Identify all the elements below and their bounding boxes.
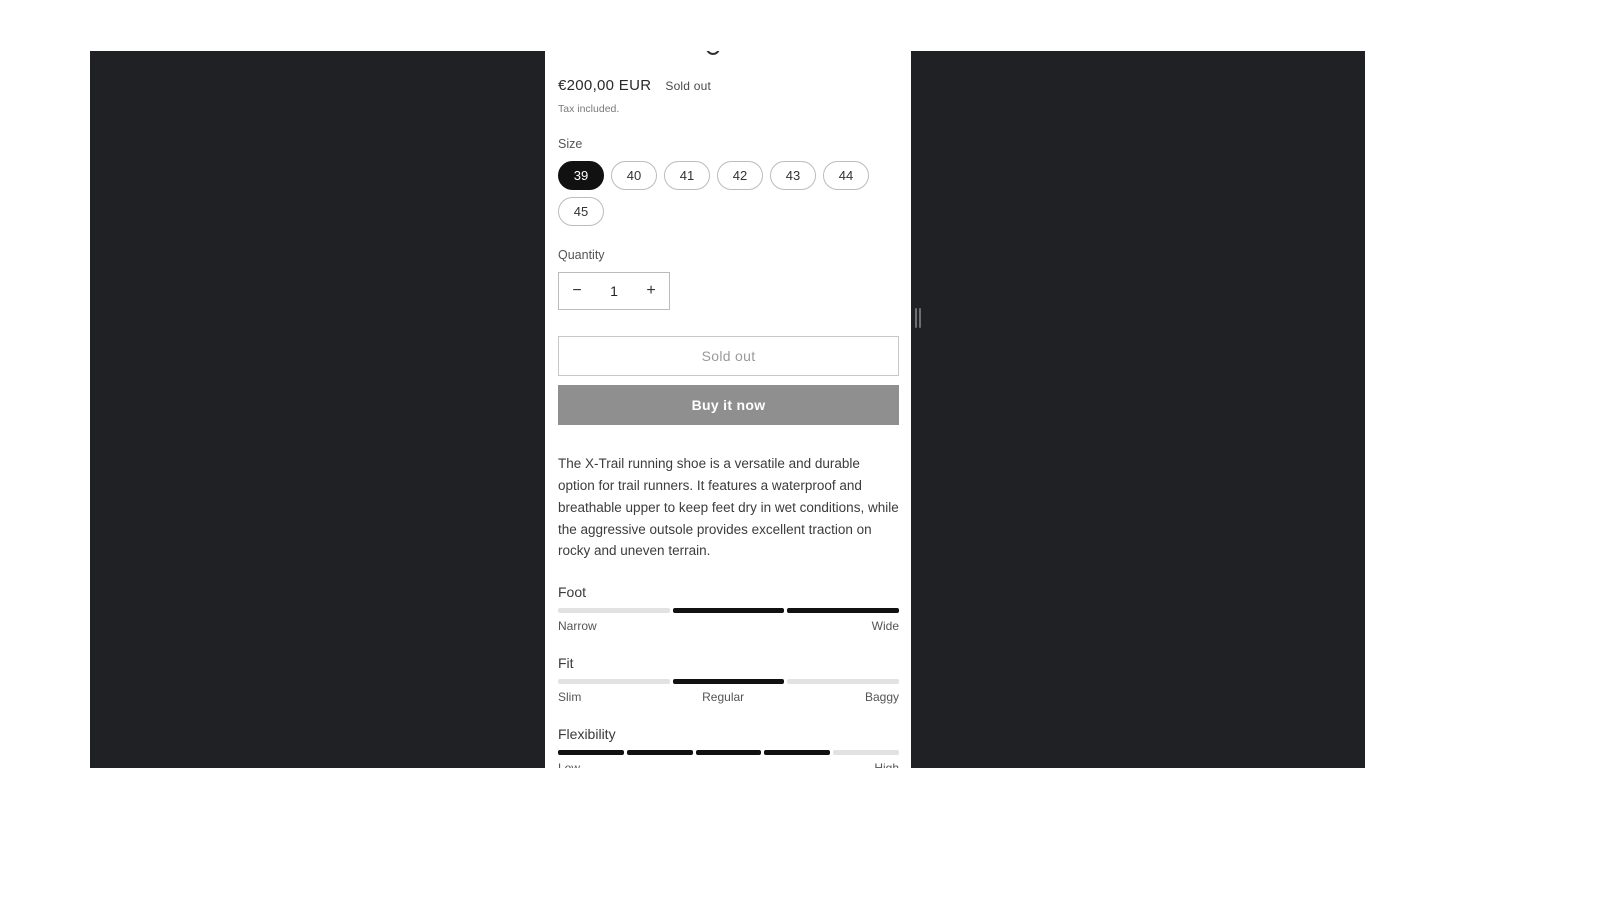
rating-foot-title: Foot — [558, 584, 899, 600]
quantity-label: Quantity — [558, 248, 899, 262]
buy-it-now-button[interactable]: Buy it now — [558, 385, 899, 425]
size-option-42[interactable]: 42 — [717, 161, 763, 190]
price: €200,00 EUR — [558, 77, 651, 94]
size-option-43[interactable]: 43 — [770, 161, 816, 190]
rating-fit-title: Fit — [558, 655, 899, 671]
rating-segment — [627, 750, 693, 755]
rating-foot: Foot Narrow Wide — [558, 584, 899, 633]
rating-foot-bar — [558, 608, 899, 613]
rating-segment — [787, 679, 899, 684]
rating-foot-labels: Narrow Wide — [558, 619, 899, 633]
rating-segment — [833, 750, 899, 755]
title-fragment — [558, 51, 899, 57]
size-option-44[interactable]: 44 — [823, 161, 869, 190]
size-option-41[interactable]: 41 — [664, 161, 710, 190]
quantity-decrease-button[interactable]: − — [559, 273, 595, 309]
stage: €200,00 EUR Sold out Tax included. Size … — [0, 0, 1600, 900]
size-option-40[interactable]: 40 — [611, 161, 657, 190]
availability-badge: Sold out — [665, 79, 711, 93]
rating-flex-title: Flexibility — [558, 726, 899, 742]
quantity-stepper: − 1 + — [558, 272, 670, 310]
rating-segment — [764, 750, 830, 755]
price-row: €200,00 EUR Sold out — [558, 77, 899, 94]
rating-label-right: Wide — [872, 619, 899, 633]
rating-flex: Flexibility Low High — [558, 726, 899, 768]
size-option-39[interactable]: 39 — [558, 161, 604, 190]
rating-flex-bar — [558, 750, 899, 755]
rating-flex-labels: Low High — [558, 761, 899, 768]
quantity-increase-button[interactable]: + — [633, 273, 669, 309]
size-option-45[interactable]: 45 — [558, 197, 604, 226]
quantity-value: 1 — [595, 273, 633, 309]
rating-label-right: Baggy — [865, 690, 899, 704]
rating-segment — [673, 608, 785, 613]
rating-label-center: Regular — [702, 690, 744, 704]
rating-segment — [673, 679, 785, 684]
size-label: Size — [558, 137, 899, 151]
rating-segment — [696, 750, 762, 755]
rating-segment — [558, 750, 624, 755]
size-options: 39 40 41 42 43 44 45 — [558, 161, 899, 226]
rating-fit: Fit Slim Regular Baggy — [558, 655, 899, 704]
rating-segment — [558, 608, 670, 613]
rating-fit-bar — [558, 679, 899, 684]
sold-out-button[interactable]: Sold out — [558, 336, 899, 376]
product-panel: €200,00 EUR Sold out Tax included. Size … — [545, 51, 911, 768]
product-description: The X-Trail running shoe is a versatile … — [558, 453, 899, 562]
rating-label-right: High — [874, 761, 899, 768]
tax-note: Tax included. — [558, 103, 899, 115]
panel-resize-handle[interactable] — [915, 308, 921, 328]
rating-label-left: Narrow — [558, 619, 597, 633]
rating-fit-labels: Slim Regular Baggy — [558, 690, 899, 704]
rating-segment — [558, 679, 670, 684]
rating-segment — [787, 608, 899, 613]
rating-label-left: Slim — [558, 690, 581, 704]
rating-label-left: Low — [558, 761, 580, 768]
